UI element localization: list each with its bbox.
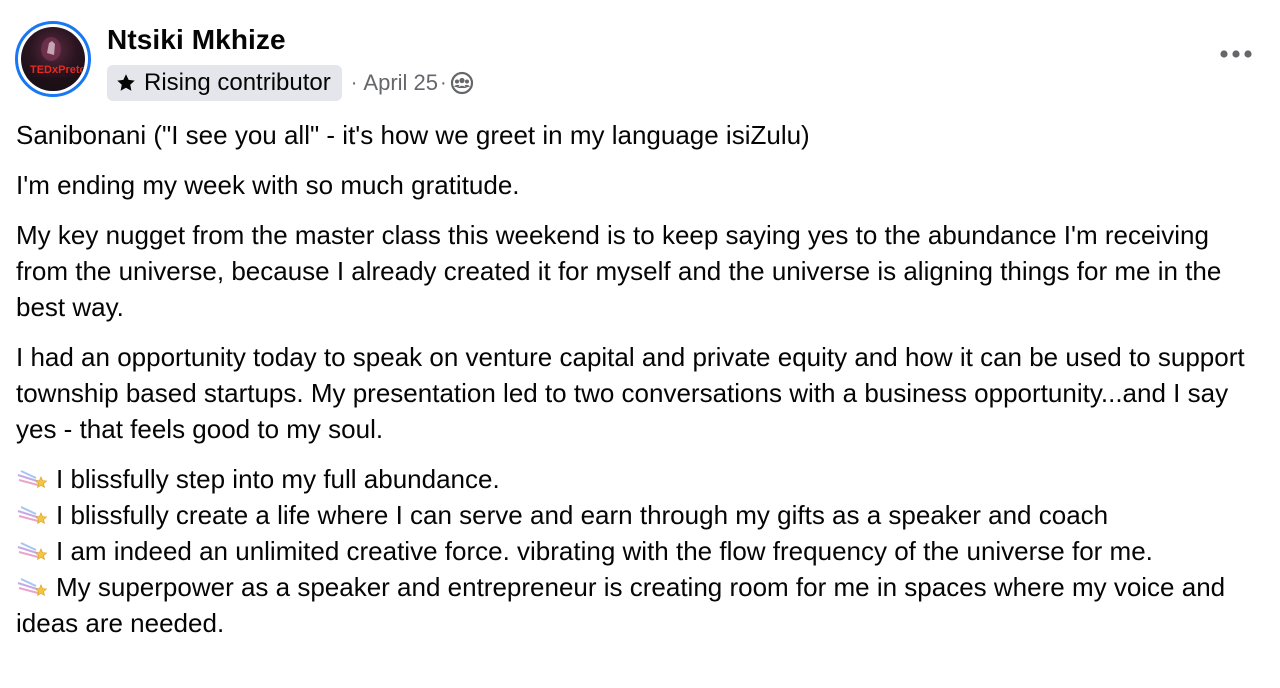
- more-options-button[interactable]: [1216, 40, 1256, 70]
- affirmation-item: I am indeed an unlimited creative force.…: [16, 533, 1266, 569]
- badge-label: Rising contributor: [144, 69, 331, 96]
- paragraph-gratitude: I'm ending my week with so much gratitud…: [16, 170, 520, 200]
- avatar-ted-text: TEDxPreto: [30, 64, 85, 76]
- avatar-image: TEDxPreto: [21, 27, 85, 91]
- post-meta: Rising contributor · April 25 ·: [107, 65, 474, 101]
- star-icon: [115, 72, 137, 94]
- affirmation-text: I am indeed an unlimited creative force.…: [56, 536, 1153, 566]
- affirmation-item: I blissfully step into my full abundance…: [16, 461, 1266, 497]
- affirmation-item: My superpower as a speaker and entrepren…: [16, 569, 1266, 641]
- post-card: TEDxPreto Ntsiki Mkhize Rising contribut…: [0, 0, 1280, 688]
- post-body: Sanibonani ("I see you all" - it's how w…: [16, 117, 1266, 641]
- paragraph-key-nugget: My key nugget from the master class this…: [16, 220, 1222, 322]
- shooting-star-emoji-icon: [16, 535, 48, 561]
- date-separator: ·: [440, 71, 447, 94]
- author-name[interactable]: Ntsiki Mkhize: [107, 24, 286, 56]
- group-audience-icon[interactable]: [450, 71, 474, 95]
- paragraph-greeting: Sanibonani ("I see you all" - it's how w…: [16, 120, 810, 150]
- affirmation-item: I blissfully create a life where I can s…: [16, 497, 1266, 533]
- shooting-star-emoji-icon: [16, 463, 48, 489]
- shooting-star-emoji-icon: [16, 499, 48, 525]
- affirmation-text: I blissfully step into my full abundance…: [56, 464, 500, 494]
- affirmation-text: I blissfully create a life where I can s…: [56, 500, 1109, 530]
- affirmation-list: I blissfully step into my full abundance…: [16, 461, 1266, 641]
- more-options-icon: [1219, 46, 1253, 64]
- post-date[interactable]: April 25: [363, 70, 438, 96]
- affirmation-text: My superpower as a speaker and entrepren…: [16, 572, 1226, 638]
- meta-separator: ·: [350, 71, 358, 94]
- shooting-star-emoji-icon: [16, 571, 48, 597]
- author-avatar[interactable]: TEDxPreto: [15, 21, 91, 97]
- rising-contributor-badge[interactable]: Rising contributor: [107, 65, 342, 101]
- paragraph-opportunity: I had an opportunity today to speak on v…: [16, 342, 1245, 444]
